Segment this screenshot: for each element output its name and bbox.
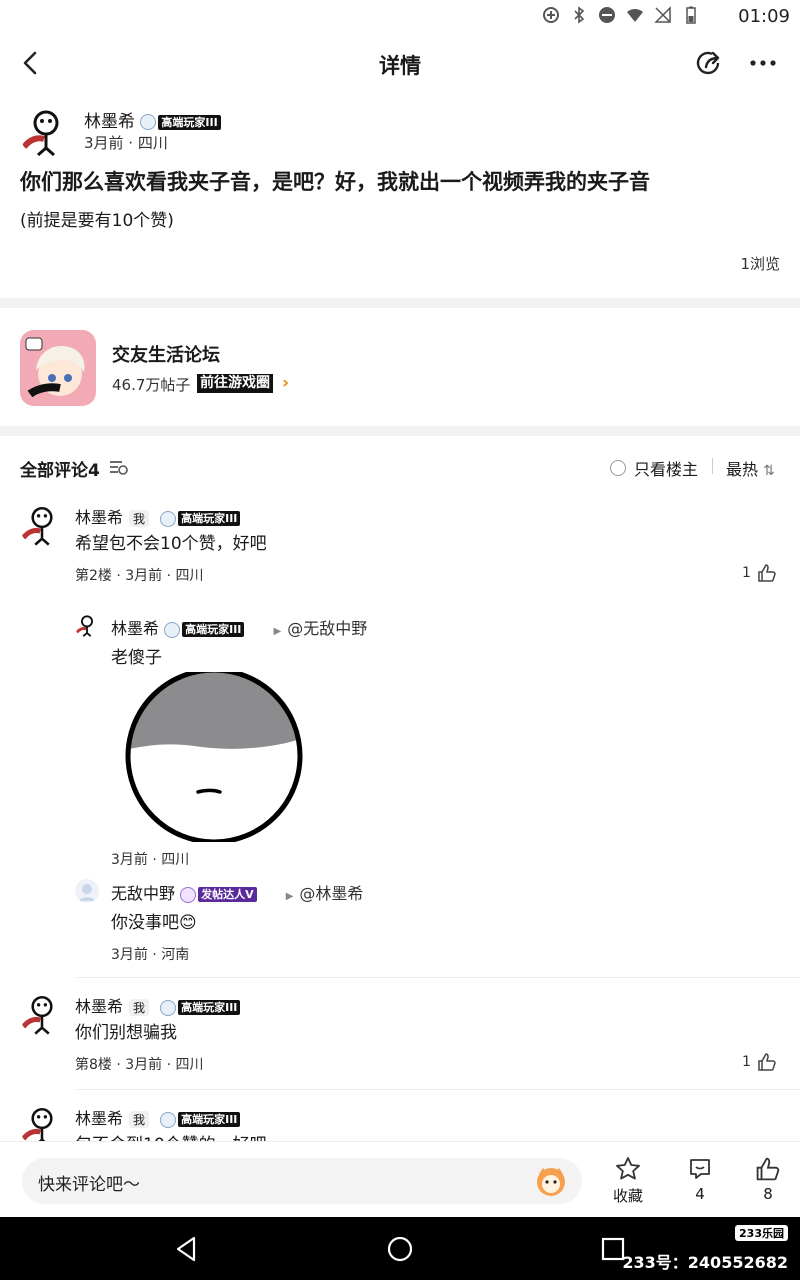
reply-to-mention[interactable]: ▶ @无敌中野	[273, 619, 367, 638]
status-bar: 01:09	[0, 0, 800, 34]
do-not-disturb-icon	[599, 7, 615, 23]
me-badge: 我	[129, 1111, 150, 1128]
section-divider	[0, 298, 800, 308]
bottom-action-bar: 快来评论吧～ 收藏 4 8	[0, 1141, 800, 1217]
divider	[712, 458, 713, 474]
forum-app-icon	[20, 330, 96, 406]
top-app-bar: 详情	[0, 34, 800, 94]
badge-shield-icon	[140, 114, 157, 130]
share-icon[interactable]	[692, 46, 726, 80]
level-badge: 高端玩家III	[164, 621, 245, 638]
level-badge: 高端玩家III	[140, 114, 221, 130]
battery-icon	[686, 6, 696, 24]
forum-post-count: 46.7万帖子	[112, 376, 191, 394]
reply-to-mention[interactable]: ▶ @林墨希	[286, 884, 364, 903]
star-icon	[616, 1157, 640, 1180]
post-title: 你们那么喜欢看我夹子音，是吧？好，我就出一个视频弄我的夹子音	[20, 170, 650, 194]
no-signal-icon	[654, 6, 671, 23]
data-saver-icon	[543, 7, 559, 23]
nav-back-icon[interactable]	[172, 1234, 202, 1264]
more-options-icon[interactable]	[746, 46, 780, 80]
reply-author[interactable]: 林墨希 高端玩家III ▶ @无敌中野	[111, 615, 367, 639]
comment-text: 你们别想骗我	[75, 1023, 177, 1043]
bluetooth-icon	[574, 6, 585, 24]
section-divider	[0, 426, 800, 436]
comment-avatar[interactable]	[20, 993, 64, 1037]
page-title: 详情	[379, 54, 421, 78]
comment-author[interactable]: 林墨希我 高端玩家III	[75, 504, 241, 528]
filter-icon[interactable]	[108, 457, 130, 477]
comment-icon	[690, 1159, 710, 1179]
system-navigation-bar: 233乐园 233号：240552682	[0, 1217, 800, 1280]
chevron-right-icon: ›	[282, 373, 290, 393]
comments-count-title: 全部评论4	[20, 461, 100, 481]
wifi-icon	[627, 8, 643, 22]
reply-avatar[interactable]	[75, 614, 99, 638]
reply-meta: 3月前 · 河南	[111, 947, 190, 963]
sort-arrows-icon: ⇅	[763, 463, 775, 479]
me-badge: 我	[129, 999, 150, 1016]
forum-name: 交友生活论坛	[112, 345, 220, 366]
nav-home-icon[interactable]	[385, 1234, 415, 1264]
thumbs-up-icon	[758, 1053, 776, 1071]
view-count: 1浏览	[740, 255, 780, 273]
poster-badge: 发帖达人V	[180, 886, 257, 903]
reply-meta: 3月前 · 四川	[111, 852, 190, 868]
radio-icon	[610, 460, 626, 476]
comment-like-button[interactable]: 1	[742, 563, 777, 583]
author-name: 林墨希	[84, 112, 135, 132]
comment-author[interactable]: 林墨希我 高端玩家III	[75, 1105, 241, 1129]
comment-like-button[interactable]: 1	[742, 1052, 777, 1072]
author-avatar[interactable]	[20, 107, 72, 159]
sort-hot-button[interactable]: 最热 ⇅	[726, 456, 775, 480]
post-body: (前提是要有10个赞)	[20, 211, 174, 231]
me-badge: 我	[129, 510, 150, 527]
reply-author[interactable]: 无敌中野 发帖达人V ▶ @林墨希	[111, 880, 363, 904]
divider	[75, 977, 800, 978]
post-author[interactable]: 林墨希 高端玩家III	[84, 107, 221, 132]
watermark-logo: 233乐园	[735, 1225, 788, 1241]
watermark-id: 233号：240552682	[622, 1253, 788, 1272]
comment-input[interactable]: 快来评论吧～	[22, 1158, 582, 1204]
reply-text: 你没事吧😊	[111, 913, 197, 933]
comment-avatar[interactable]	[20, 504, 64, 548]
level-badge: 高端玩家III	[160, 999, 241, 1016]
thumbs-up-icon	[758, 564, 776, 582]
reply-text: 老傻子	[111, 648, 162, 668]
level-badge: 高端玩家III	[160, 1111, 241, 1128]
comment-text: 希望包不会10个赞，好吧	[75, 534, 267, 554]
divider	[75, 1089, 800, 1090]
only-owner-toggle[interactable]: 只看楼主	[610, 456, 698, 480]
like-post-button[interactable]: 8	[743, 1156, 793, 1203]
level-badge: 高端玩家III	[160, 510, 241, 527]
mascot-emoji-icon[interactable]	[534, 1164, 568, 1198]
post-meta: 3月前 · 四川	[84, 134, 168, 152]
go-to-forum-link[interactable]: 前往游戏圈	[197, 374, 273, 393]
comment-meta: 第8楼 · 3月前 · 四川	[75, 1057, 204, 1073]
thumbs-up-icon	[756, 1157, 780, 1181]
clock: 01:09	[738, 6, 790, 27]
comment-count-button[interactable]: 4	[675, 1156, 725, 1203]
comment-meta: 第2楼 · 3月前 · 四川	[75, 568, 204, 584]
comment-author[interactable]: 林墨希我 高端玩家III	[75, 993, 241, 1017]
reply-avatar[interactable]	[75, 879, 99, 903]
favorite-button[interactable]: 收藏	[603, 1156, 653, 1206]
sticker-image[interactable]	[124, 672, 304, 842]
